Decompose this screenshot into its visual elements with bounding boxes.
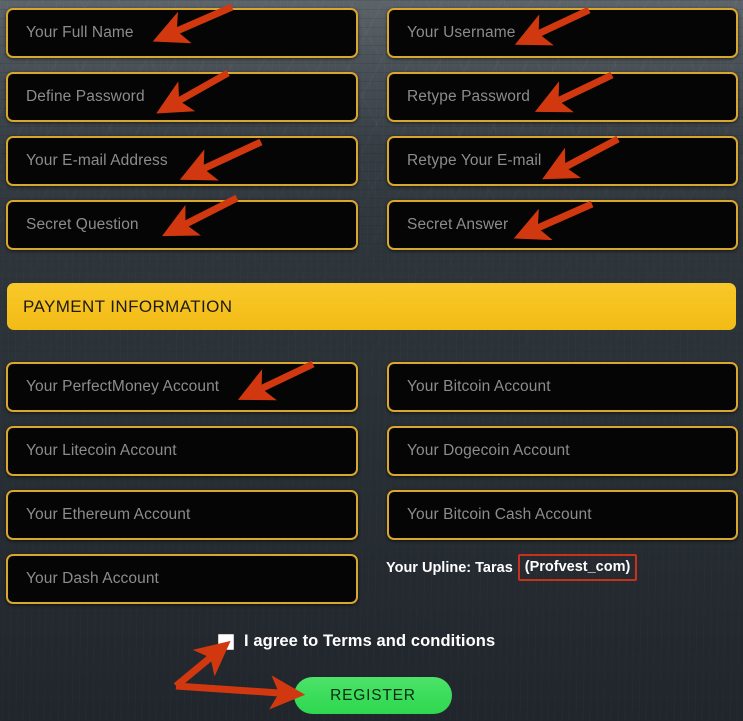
placeholder-text: Retype Your E-mail bbox=[407, 152, 542, 169]
register-button[interactable]: REGISTER bbox=[294, 677, 452, 714]
placeholder-text: Your Ethereum Account bbox=[26, 506, 191, 523]
placeholder-text: Your E-mail Address bbox=[26, 152, 168, 169]
arrow-to-register-button bbox=[175, 675, 306, 710]
upline-label: Your Upline: Taras bbox=[386, 559, 513, 576]
placeholder-text: Your Dogecoin Account bbox=[407, 442, 570, 459]
terms-label[interactable]: I agree to Terms and conditions bbox=[244, 632, 495, 651]
account-field-secret-answer[interactable]: Secret Answer bbox=[387, 200, 738, 250]
placeholder-text: Your Bitcoin Account bbox=[407, 378, 551, 395]
placeholder-text: Your Username bbox=[407, 24, 516, 41]
upline-info: Your Upline: Taras (Profvest_com) bbox=[386, 554, 638, 581]
payment-information-banner: PAYMENT INFORMATION bbox=[7, 283, 736, 330]
account-field-username[interactable]: Your Username bbox=[387, 8, 738, 58]
account-field-retype-email[interactable]: Retype Your E-mail bbox=[387, 136, 738, 186]
payment-field-bitcoin[interactable]: Your Bitcoin Account bbox=[387, 362, 738, 412]
placeholder-text: Secret Answer bbox=[407, 216, 509, 233]
placeholder-text: Your Litecoin Account bbox=[26, 442, 177, 459]
account-field-secret-question[interactable]: Secret Question bbox=[6, 200, 358, 250]
arrow-to-terms-checkbox bbox=[173, 640, 231, 689]
account-field-password[interactable]: Define Password bbox=[6, 72, 358, 122]
account-field-retype-password[interactable]: Retype Password bbox=[387, 72, 738, 122]
account-field-full-name[interactable]: Your Full Name bbox=[6, 8, 358, 58]
payment-field-litecoin[interactable]: Your Litecoin Account bbox=[6, 426, 358, 476]
placeholder-text: Your Bitcoin Cash Account bbox=[407, 506, 592, 523]
placeholder-text: Secret Question bbox=[26, 216, 139, 233]
registration-page: Your Full Name Your Username Define Passwo… bbox=[0, 0, 743, 721]
payment-field-dash[interactable]: Your Dash Account bbox=[6, 554, 358, 604]
placeholder-text: Your Full Name bbox=[26, 24, 134, 41]
account-field-email[interactable]: Your E-mail Address bbox=[6, 136, 358, 186]
terms-checkbox[interactable] bbox=[218, 633, 234, 650]
payment-field-dogecoin[interactable]: Your Dogecoin Account bbox=[387, 426, 738, 476]
payment-field-ethereum[interactable]: Your Ethereum Account bbox=[6, 490, 358, 540]
terms-agreement-row[interactable]: I agree to Terms and conditions bbox=[218, 632, 495, 651]
placeholder-text: Your PerfectMoney Account bbox=[26, 378, 220, 395]
placeholder-text: Define Password bbox=[26, 88, 145, 105]
upline-referral-highlight: (Profvest_com) bbox=[517, 554, 638, 581]
placeholder-text: Retype Password bbox=[407, 88, 530, 105]
payment-information-title: PAYMENT INFORMATION bbox=[23, 296, 233, 316]
payment-field-bitcoin-cash[interactable]: Your Bitcoin Cash Account bbox=[387, 490, 738, 540]
placeholder-text: Your Dash Account bbox=[26, 570, 159, 587]
payment-field-perfectmoney[interactable]: Your PerfectMoney Account bbox=[6, 362, 358, 412]
